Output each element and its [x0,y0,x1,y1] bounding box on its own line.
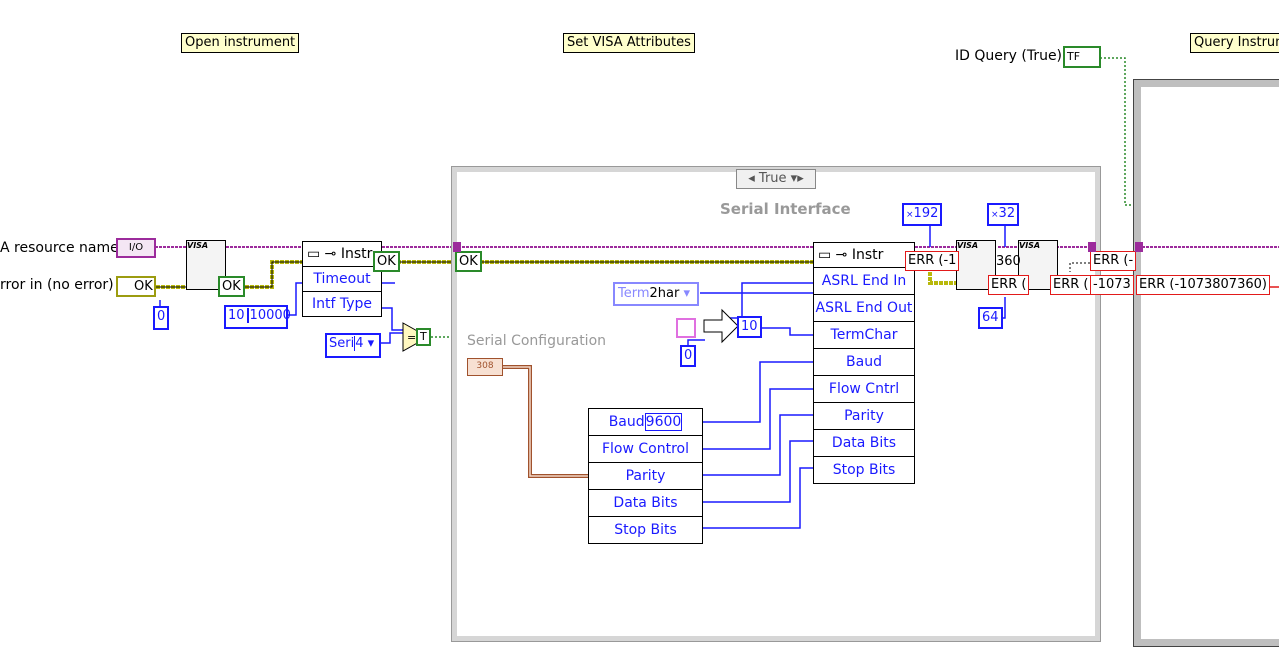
unbundle-cluster[interactable]: Baud9600 Flow Control Parity Data Bits S… [588,408,703,544]
timeout-a: 10 [228,308,245,323]
constant-32[interactable]: ×32 [987,203,1020,226]
cluster-row-data-bits: Data Bits [589,490,702,517]
tunnel-marker-3 [1135,242,1143,252]
property-timeout: Timeout [303,267,381,292]
property-node-open[interactable]: ▭ ⊸ Instr Timeout Intf Type [302,241,382,317]
constant-360: 360 [996,254,1021,269]
serial-configuration-label: Serial Configuration [467,333,607,349]
ok-constant-b: OK [373,251,400,272]
property-termchar: TermChar [814,322,914,349]
id-query-boolean[interactable]: TF [1063,46,1101,68]
property-data-bits: Data Bits [814,430,914,457]
serial-configuration-tag: 308 [467,358,503,376]
ok-constant-a: OK [218,276,245,297]
error-indicator-d: ERR ( [1050,275,1092,295]
error-indicator-b: ERR ( [988,275,1030,295]
timeout-constant[interactable]: 10 10000 [224,305,291,329]
zero-constant-b[interactable]: 0 [680,345,697,367]
error-indicator-a: ERR (-1 [905,251,960,271]
property-node-serial[interactable]: ▭ ⊸ Instr ASRL End In ASRL End Out TermC… [813,242,915,484]
id-query-label: ID Query (True) [955,48,1063,64]
visa-label-1: VISA [187,241,209,250]
frame-label-query-instrument: Query Instrum [1190,33,1279,53]
property-node-2-header: ▭ ⊸ Instr [814,243,914,268]
case-selector[interactable]: ◂ True ▾▸ [736,169,816,189]
error-indicator-c: ERR (- [1090,251,1137,271]
query-instrument-frame [1133,79,1279,647]
resource-name-label: A resource name [0,240,119,256]
property-baud: Baud [814,349,914,376]
termchar-enum-label: Term [618,286,650,301]
resource-name-terminal[interactable]: I/O [116,238,156,258]
cluster-row-baud: Baud9600 [589,409,702,436]
case-structure [451,166,1101,642]
constant-192[interactable]: ×192 [902,203,943,226]
zero-constant-a[interactable]: 0 [153,306,169,330]
property-stop-bits: Stop Bits [832,462,896,478]
resource-tag: I/O [128,242,144,253]
property-intf-type: Intf Type [311,296,373,312]
cluster-row-flow-control: Flow Control [589,436,702,463]
error-in-label: rror in (no error) [0,277,114,293]
cluster-row-stop-bits: Stop Bits [614,522,677,538]
property-parity: Parity [814,403,914,430]
termchar-enum-constant[interactable]: Term2har ▾ [613,282,699,306]
true-constant: T [416,328,431,346]
svg-text:=: = [407,331,416,344]
error-indicator-f: ERR (-1073807360) [1136,275,1270,295]
tunnel-marker-2 [1088,242,1096,252]
serial-enum-constant[interactable]: Seri4 ▾ [325,333,381,358]
property-asrl-end-in: ASRL End In [814,268,914,295]
select-function[interactable] [702,306,742,346]
timeout-b: 10000 [246,308,291,323]
property-flow-cntrl: Flow Cntrl [814,376,914,403]
ten-constant[interactable]: 10 [737,316,762,338]
error-in-value: OK [134,279,153,294]
frame-label-set-visa-attributes: Set VISA Attributes [563,33,695,53]
pink-boolean-constant [676,318,696,338]
frame-label-open-instrument: Open instrument [181,33,300,53]
cluster-row-parity: Parity [589,463,702,490]
property-asrl-end-out: ASRL End Out [814,295,914,322]
constant-64[interactable]: 64 [978,307,1003,329]
error-indicator-e: -1073 [1090,275,1134,295]
id-query-value: TF [1067,50,1081,63]
serial-enum-label: Seri [329,336,355,351]
case-selector-value: True [758,171,787,186]
property-node-1-header: ▭ ⊸ Instr [303,242,381,267]
tunnel-marker-1 [453,242,461,252]
case-title: Serial Interface [720,200,851,218]
error-in-terminal[interactable]: OK [116,276,156,297]
ok-constant-c: OK [455,251,482,272]
